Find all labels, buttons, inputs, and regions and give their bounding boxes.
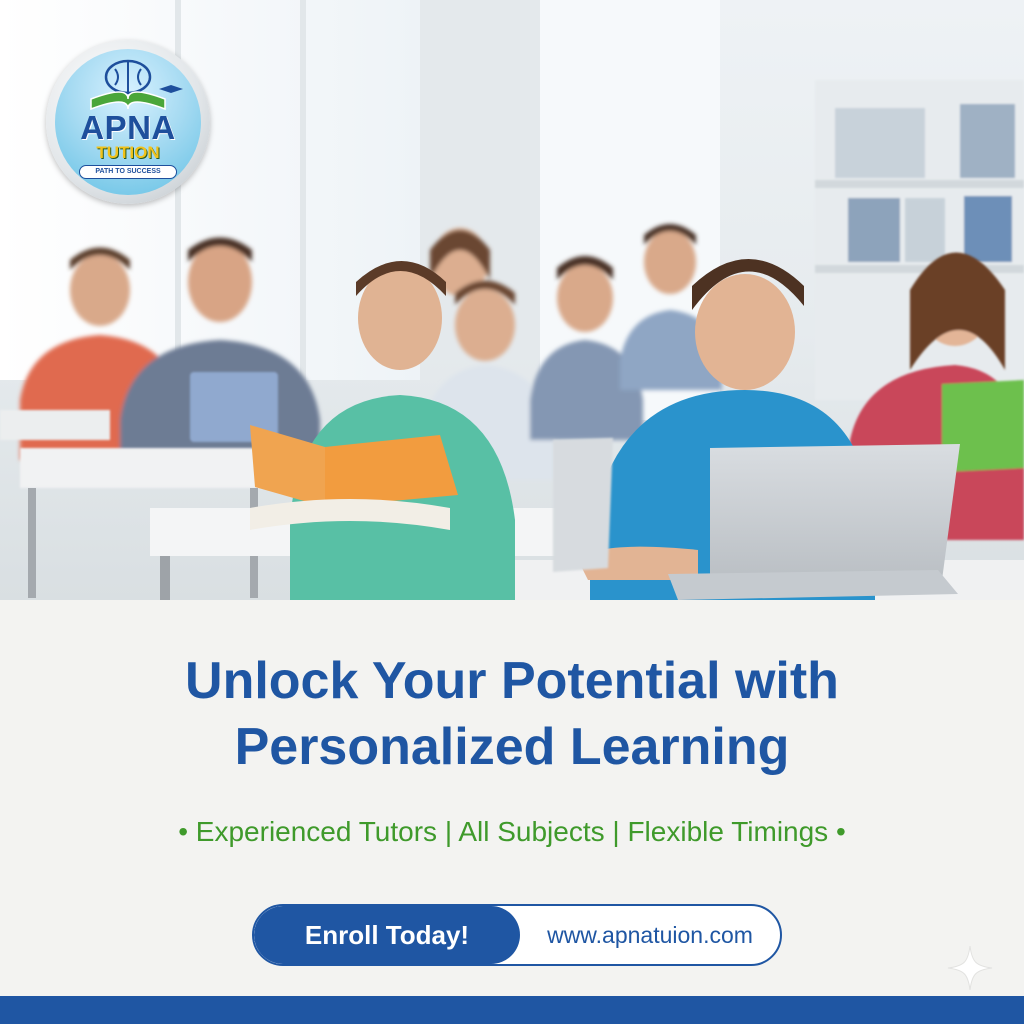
logo-badge: APNA TUTION PATH TO SUCCESS (55, 49, 201, 195)
laptop-back (553, 438, 613, 572)
footer-bar (0, 996, 1024, 1024)
cta-pill: Enroll Today! www.apnatuion.com (252, 904, 782, 966)
enroll-button[interactable]: Enroll Today! (254, 906, 520, 964)
headline: Unlock Your Potential with Personalized … (0, 648, 1024, 780)
website-link[interactable]: www.apnatuion.com (520, 906, 780, 964)
sparkle-icon (947, 945, 993, 991)
features-list: • Experienced Tutors | All Subjects | Fl… (178, 816, 846, 847)
headline-line1: Unlock Your Potential with (185, 652, 839, 710)
brand-logo: APNA TUTION PATH TO SUCCESS (46, 40, 210, 204)
headline-line2: Personalized Learning (234, 718, 790, 776)
logo-tagline: PATH TO SUCCESS (79, 165, 177, 179)
logo-brand-line1: APNA (80, 109, 176, 146)
laptop (710, 444, 960, 586)
logo-brand-line2: TUTION (96, 143, 160, 162)
